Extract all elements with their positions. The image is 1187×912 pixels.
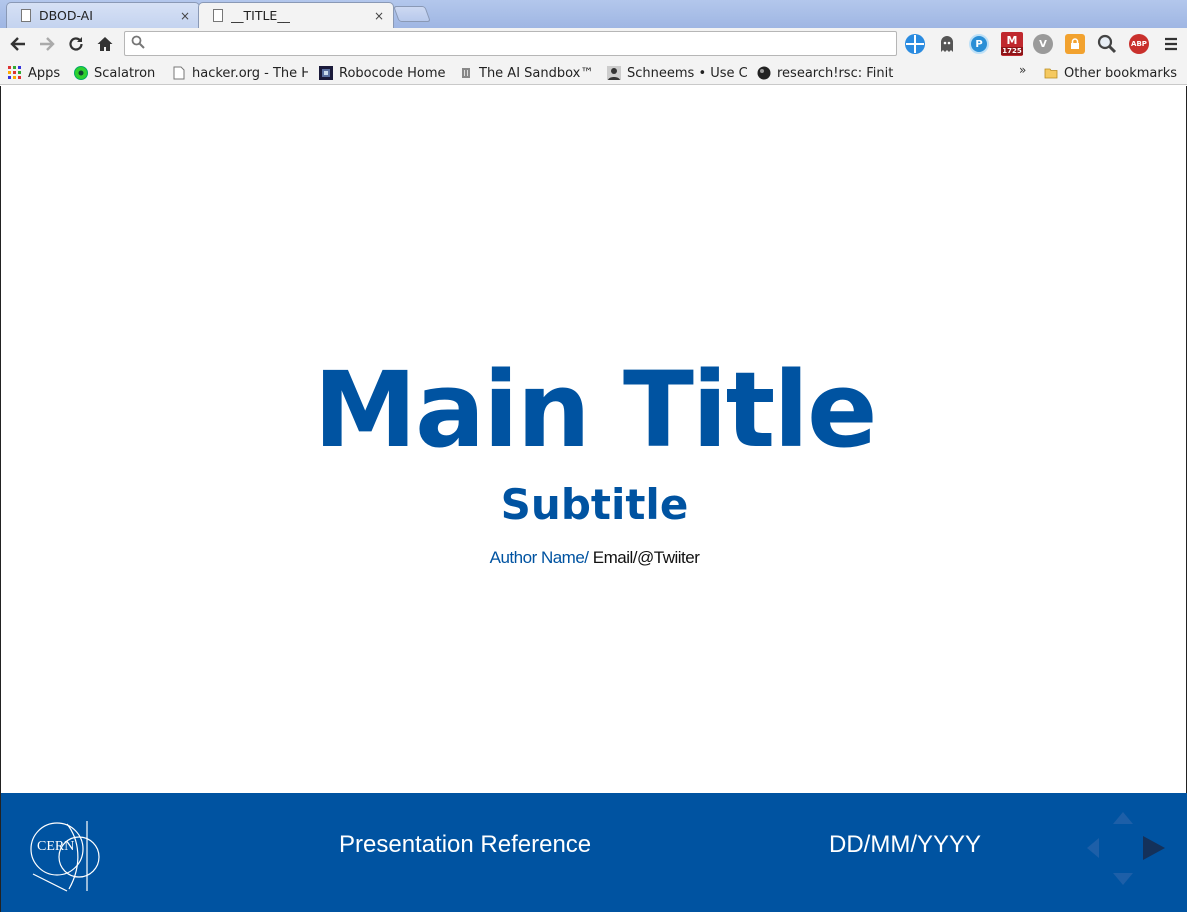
tab-title: DBOD-AI	[39, 8, 93, 23]
slide-footer: CERN Presentation Reference DD/MM/YYYY	[1, 793, 1187, 912]
ai-sandbox-icon	[462, 68, 470, 78]
close-tab-icon[interactable]: ×	[179, 9, 191, 23]
hamburger-menu-icon	[1165, 37, 1177, 51]
v-extension-icon[interactable]: V	[1033, 34, 1053, 54]
bookmark-hacker-org[interactable]: hacker.org - The H	[172, 63, 308, 83]
close-tab-icon[interactable]: ×	[373, 9, 385, 23]
tab-title-page[interactable]: __TITLE__ ×	[198, 2, 394, 28]
bookmark-robocode-home[interactable]: Robocode Home	[319, 63, 445, 83]
chrome-menu-button[interactable]	[1161, 34, 1181, 54]
research-rsc-icon	[757, 66, 771, 80]
ghostery-icon[interactable]	[937, 34, 957, 54]
forward-arrow-icon	[40, 37, 55, 51]
adblock-plus-icon[interactable]: ABP	[1129, 34, 1149, 54]
gmail-checker-icon[interactable]: M 1725	[1001, 32, 1023, 56]
bookmarks-overflow-chevron[interactable]: »	[1019, 63, 1026, 77]
presentation-date: DD/MM/YYYY	[829, 831, 982, 858]
folder-icon	[1044, 68, 1058, 79]
reload-icon	[69, 37, 83, 51]
tab-title: __TITLE__	[231, 8, 290, 23]
bookmarks-bar: Apps Scalatron hacker.org - The H Roboco…	[0, 60, 1187, 85]
bookmark-label: The AI Sandbox™	[479, 65, 594, 81]
tab-strip: DBOD-AI × __TITLE__ ×	[0, 0, 1187, 28]
page-icon	[21, 9, 31, 22]
slide-viewport: Main Title Subtitle Author Name/ Email/@…	[0, 86, 1187, 912]
address-bar[interactable]	[124, 31, 897, 56]
gmail-checker-label: M	[1006, 33, 1018, 47]
back-arrow-icon	[10, 37, 25, 51]
bookmark-ai-sandbox[interactable]: The AI Sandbox™	[459, 63, 593, 83]
home-icon	[97, 37, 113, 51]
bookmark-label: Other bookmarks	[1064, 65, 1178, 81]
author-line: Author Name/ Email/@Twiiter	[1, 548, 1187, 568]
browser-toolbar: P M 1725 V ABP	[0, 28, 1187, 60]
search-icon	[131, 35, 145, 53]
cern-logo-text: CERN	[37, 839, 74, 854]
page-icon	[173, 66, 185, 80]
search-extension-icon[interactable]	[1097, 34, 1117, 54]
slide-main-title: Main Title	[313, 349, 877, 471]
robocode-icon	[319, 66, 333, 80]
back-button[interactable]	[7, 33, 29, 55]
scalatron-icon	[74, 66, 88, 80]
globe-extension-icon[interactable]	[905, 34, 925, 54]
avatar-icon	[607, 66, 621, 80]
nav-up-control[interactable]	[1112, 811, 1134, 825]
author-contact: Email/@Twiiter	[588, 548, 700, 567]
slide-subtitle: Subtitle	[500, 480, 689, 529]
bookmark-label: Robocode Home	[339, 65, 446, 81]
bookmark-label: research!rsc: Finit	[777, 65, 894, 81]
nav-down-control[interactable]	[1112, 872, 1134, 886]
other-bookmarks-folder[interactable]: Other bookmarks	[1044, 63, 1177, 83]
page-icon	[213, 9, 223, 22]
bookmark-label: Apps	[28, 65, 61, 81]
author-name: Author Name/	[489, 548, 589, 567]
new-tab-button[interactable]	[393, 6, 431, 22]
apps-grid-icon	[8, 66, 21, 79]
bookmark-scalatron[interactable]: Scalatron	[74, 63, 155, 83]
cern-logo: CERN	[30, 821, 100, 892]
p-extension-label: P	[975, 38, 983, 50]
nav-left-control[interactable]	[1086, 837, 1100, 859]
bookmark-research-rsc[interactable]: research!rsc: Finit	[757, 63, 897, 83]
bookmark-label: Schneems • Use C	[627, 65, 747, 81]
forward-button[interactable]	[36, 33, 58, 55]
address-input[interactable]	[151, 34, 891, 53]
lock-extension-icon[interactable]	[1065, 34, 1085, 54]
unread-count-badge: 1725	[1001, 46, 1023, 55]
p-extension-icon[interactable]: P	[969, 34, 989, 54]
bookmark-apps[interactable]: Apps	[8, 63, 60, 83]
reload-button[interactable]	[65, 33, 87, 55]
bookmark-label: Scalatron	[94, 65, 156, 81]
tab-dbod-ai[interactable]: DBOD-AI ×	[6, 2, 200, 28]
bookmark-schneems[interactable]: Schneems • Use C	[607, 63, 747, 83]
nav-right-control[interactable]	[1142, 835, 1166, 861]
adblock-plus-label: ABP	[1131, 40, 1147, 48]
v-extension-label: V	[1039, 38, 1047, 50]
bookmark-label: hacker.org - The H	[192, 65, 308, 81]
home-button[interactable]	[94, 33, 116, 55]
presentation-reference: Presentation Reference	[339, 831, 592, 858]
